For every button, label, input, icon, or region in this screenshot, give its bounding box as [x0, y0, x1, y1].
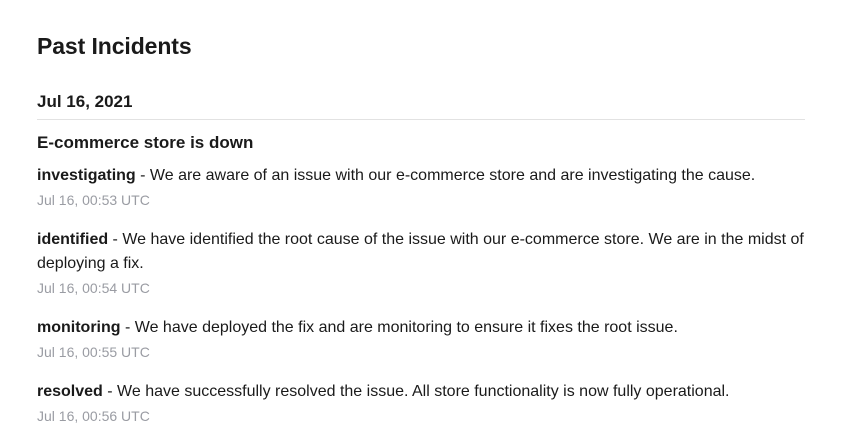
- update-status: monitoring: [37, 319, 121, 336]
- update-timestamp: Jul 16, 00:53 UTC: [37, 192, 150, 208]
- page-title: Past Incidents: [37, 33, 192, 59]
- update-timestamp: Jul 16, 00:56 UTC: [37, 408, 150, 424]
- update-body: investigating - We are aware of an issue…: [37, 164, 805, 188]
- update-separator: -: [135, 167, 150, 184]
- incident-day-date: Jul 16, 2021: [37, 92, 133, 111]
- update-separator: -: [102, 383, 118, 400]
- update-timestamp: Jul 16, 00:55 UTC: [37, 344, 150, 360]
- day-divider: [37, 119, 805, 120]
- update-body: monitoring - We have deployed the fix an…: [37, 316, 805, 340]
- incident-update: monitoring - We have deployed the fix an…: [37, 316, 805, 361]
- update-status: identified: [37, 231, 109, 248]
- update-message: We have identified the root cause of the…: [37, 231, 804, 272]
- update-message: We have deployed the fix and are monitor…: [134, 319, 678, 336]
- update-separator: -: [120, 319, 135, 336]
- incident-update: investigating - We are aware of an issue…: [37, 164, 805, 209]
- incident-update: resolved - We have successfully resolved…: [37, 380, 805, 425]
- update-message: We are aware of an issue with our e-comm…: [149, 167, 756, 184]
- update-status: investigating: [37, 167, 136, 184]
- update-body: identified - We have identified the root…: [37, 228, 805, 276]
- update-body: resolved - We have successfully resolved…: [37, 380, 805, 404]
- update-status: resolved: [37, 383, 103, 400]
- update-message: We have successfully resolved the issue.…: [117, 383, 730, 400]
- incident-title[interactable]: E-commerce store is down: [37, 133, 253, 153]
- update-timestamp: Jul 16, 00:54 UTC: [37, 280, 150, 296]
- update-separator: -: [108, 231, 123, 248]
- incident-update: identified - We have identified the root…: [37, 228, 805, 297]
